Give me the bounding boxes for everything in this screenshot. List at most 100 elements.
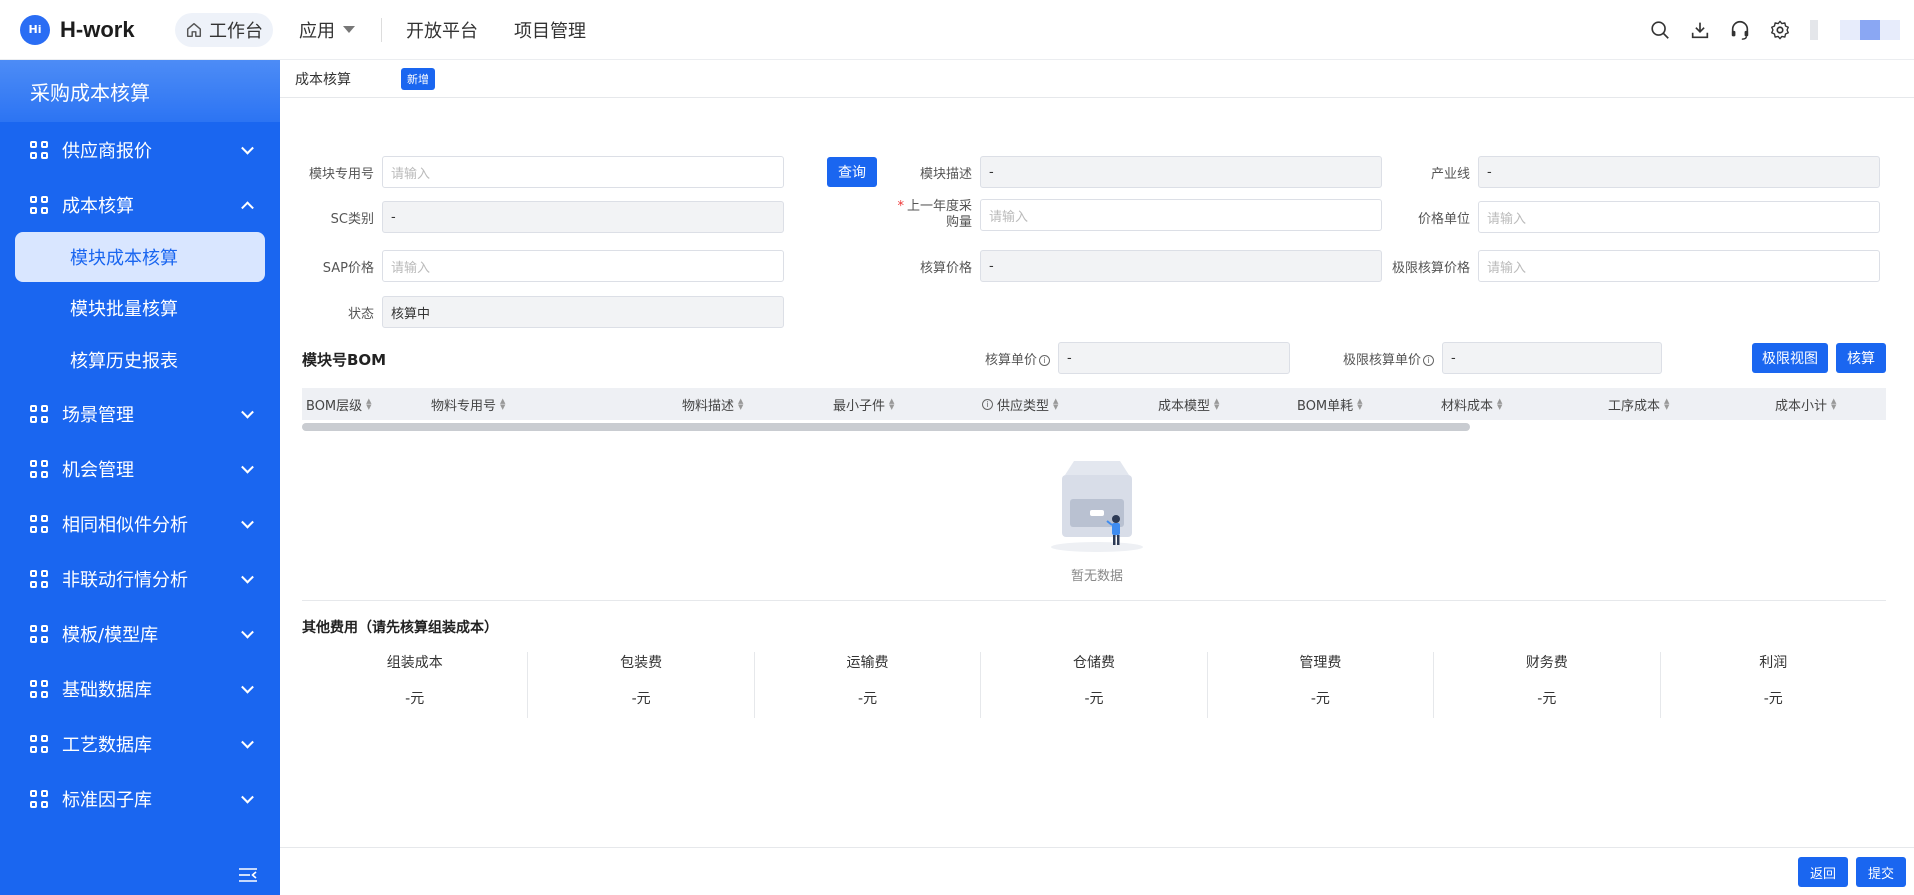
sidebar-subitem-module-batch[interactable]: 模块批量核算 <box>0 282 280 334</box>
field-label: 极限核算价格 <box>1391 260 1470 276</box>
chevron-down-icon <box>241 405 254 419</box>
field-product-line: 产业线 - <box>1390 156 1880 188</box>
search-icon[interactable] <box>1640 10 1680 50</box>
sidebar-item-similar-parts[interactable]: 相同相似件分析 <box>0 496 280 551</box>
sidebar-item-base-database[interactable]: 基础数据库 <box>0 661 280 716</box>
chevron-up-icon <box>241 200 254 214</box>
info-icon[interactable]: i <box>1423 354 1434 366</box>
field-calc-price: 核算价格 - <box>880 250 1382 282</box>
sidebar-item-process-database[interactable]: 工艺数据库 <box>0 716 280 771</box>
sort-icon: ▲ ▼ <box>500 397 506 411</box>
col-material-cost[interactable]: 材料成本 ▲ ▼ <box>1441 388 1502 420</box>
col-label: 成本模型 <box>1158 398 1211 414</box>
fee-value: -元 <box>405 691 425 707</box>
sc-type-input[interactable]: - <box>382 201 784 233</box>
field-label: 核算价格 <box>919 260 972 276</box>
fee-value: -元 <box>858 691 878 707</box>
sidebar-item-factor-library[interactable]: 标准因子库 <box>0 771 280 826</box>
unit-price-input[interactable]: - <box>1058 342 1290 374</box>
field-label-line1: 上一年度采 <box>906 199 972 214</box>
table-horizontal-scrollbar[interactable] <box>302 423 1470 431</box>
nav-apps[interactable]: 应用 <box>289 13 365 47</box>
field-status: 状态 核算中 <box>300 296 784 328</box>
module-desc-input[interactable]: - <box>980 156 1382 188</box>
product-line-input[interactable]: - <box>1478 156 1880 188</box>
sidebar-item-scene-mgmt[interactable]: 场景管理 <box>0 386 280 441</box>
col-cost-model[interactable]: 成本模型 ▲ ▼ <box>1158 388 1219 420</box>
grid-icon <box>30 624 48 643</box>
tab-bar: 成本核算 新增 <box>280 60 1914 98</box>
back-button[interactable]: 返回 <box>1798 857 1848 887</box>
calc-button[interactable]: 核算 <box>1836 343 1886 373</box>
sidebar-item-opportunity-mgmt[interactable]: 机会管理 <box>0 441 280 496</box>
logo-mark-icon: Hi <box>20 14 50 45</box>
fee-name: 运输费 <box>846 655 889 671</box>
nav-open-platform[interactable]: 开放平台 <box>396 13 488 47</box>
col-bom-level[interactable]: BOM层级 ▲ ▼ <box>306 388 372 420</box>
grid-icon <box>30 569 48 588</box>
col-supply-type[interactable]: i 供应类型 ▲ ▼ <box>982 388 1058 420</box>
sidebar-item-label: 非联动行情分析 <box>62 569 188 591</box>
avatar[interactable] <box>1810 20 1900 40</box>
sort-icon: ▲ ▼ <box>1497 397 1503 411</box>
limit-price-input[interactable]: 请输入 <box>1478 250 1880 282</box>
sap-price-input[interactable]: 请输入 <box>382 250 784 282</box>
fee-value: -元 <box>1084 691 1104 707</box>
grid-icon <box>30 789 48 808</box>
col-label: 供应类型 <box>997 398 1050 414</box>
new-badge[interactable]: 新增 <box>401 67 435 90</box>
last-year-qty-input[interactable]: 请输入 <box>980 199 1382 231</box>
fee-finance: 财务费 -元 <box>1434 652 1661 718</box>
sort-icon: ▲ ▼ <box>1664 397 1670 411</box>
nav-workbench[interactable]: 工作台 <box>175 12 273 47</box>
col-label: 物料描述 <box>682 398 735 414</box>
info-icon[interactable]: i <box>1039 354 1050 366</box>
module-no-input[interactable]: 请输入 <box>382 156 784 188</box>
field-limit-price: 极限核算价格 请输入 <box>1390 250 1880 282</box>
nav-project-mgmt[interactable]: 项目管理 <box>504 13 596 47</box>
price-unit-input[interactable]: 请输入 <box>1478 201 1880 233</box>
limit-view-button[interactable]: 极限视图 <box>1752 343 1828 373</box>
col-process-cost[interactable]: 工序成本 ▲ ▼ <box>1608 388 1669 420</box>
col-material-no[interactable]: 物料专用号 ▲ ▼ <box>431 388 505 420</box>
col-label: 物料专用号 <box>431 398 497 414</box>
top-nav: 工作台 应用 开放平台 项目管理 <box>175 0 612 60</box>
divider <box>302 600 1886 601</box>
sidebar-subitem-module-cost[interactable]: 模块成本核算 <box>15 232 265 282</box>
top-actions <box>1640 0 1914 60</box>
app-logo[interactable]: Hi H-work <box>20 14 175 45</box>
field-label: 模块专用号 <box>308 166 374 182</box>
collapse-menu-icon[interactable] <box>238 867 258 883</box>
col-label: 最小子件 <box>833 398 886 414</box>
col-material-desc[interactable]: 物料描述 ▲ ▼ <box>682 388 743 420</box>
sidebar-item-market-analysis[interactable]: 非联动行情分析 <box>0 551 280 606</box>
sidebar-item-template-library[interactable]: 模板/模型库 <box>0 606 280 661</box>
col-label: 工序成本 <box>1608 398 1661 414</box>
field-sap-price: SAP价格 请输入 <box>300 250 784 282</box>
chevron-down-icon <box>241 570 254 584</box>
nav-workbench-label: 工作台 <box>209 20 263 42</box>
limit-unit-price-input[interactable]: - <box>1442 342 1662 374</box>
empty-box-icon <box>1051 461 1143 552</box>
calc-price-input[interactable]: - <box>980 250 1382 282</box>
sidebar-item-cost-accounting[interactable]: 成本核算 <box>0 177 280 232</box>
submit-button[interactable]: 提交 <box>1856 857 1906 887</box>
gear-icon[interactable] <box>1760 10 1800 50</box>
info-icon[interactable]: i <box>982 398 993 410</box>
sort-icon: ▲ ▼ <box>738 397 744 411</box>
status-input[interactable]: 核算中 <box>382 296 784 328</box>
download-icon[interactable] <box>1680 10 1720 50</box>
other-fees-grid: 组装成本 -元 包装费 -元 运输费 -元 仓储费 -元 管理费 -元 财务费 -元 利润 -… <box>302 652 1886 718</box>
fee-storage: 仓储费 -元 <box>981 652 1208 718</box>
chevron-down-icon <box>241 141 254 155</box>
col-cost-subtotal[interactable]: 成本小计 ▲ ▼ <box>1775 388 1836 420</box>
required-mark: * <box>897 199 904 214</box>
headset-icon[interactable] <box>1720 10 1760 50</box>
sidebar-footer <box>0 855 280 895</box>
col-min-child[interactable]: 最小子件 ▲ ▼ <box>833 388 894 420</box>
col-bom-consumption[interactable]: BOM单耗 ▲ ▼ <box>1297 388 1363 420</box>
tab-cost-accounting[interactable]: 成本核算 <box>295 69 351 89</box>
query-button[interactable]: 查询 <box>827 157 877 187</box>
sidebar-subitem-history-report[interactable]: 核算历史报表 <box>0 334 280 386</box>
sidebar-item-supplier-quote[interactable]: 供应商报价 <box>0 122 280 177</box>
